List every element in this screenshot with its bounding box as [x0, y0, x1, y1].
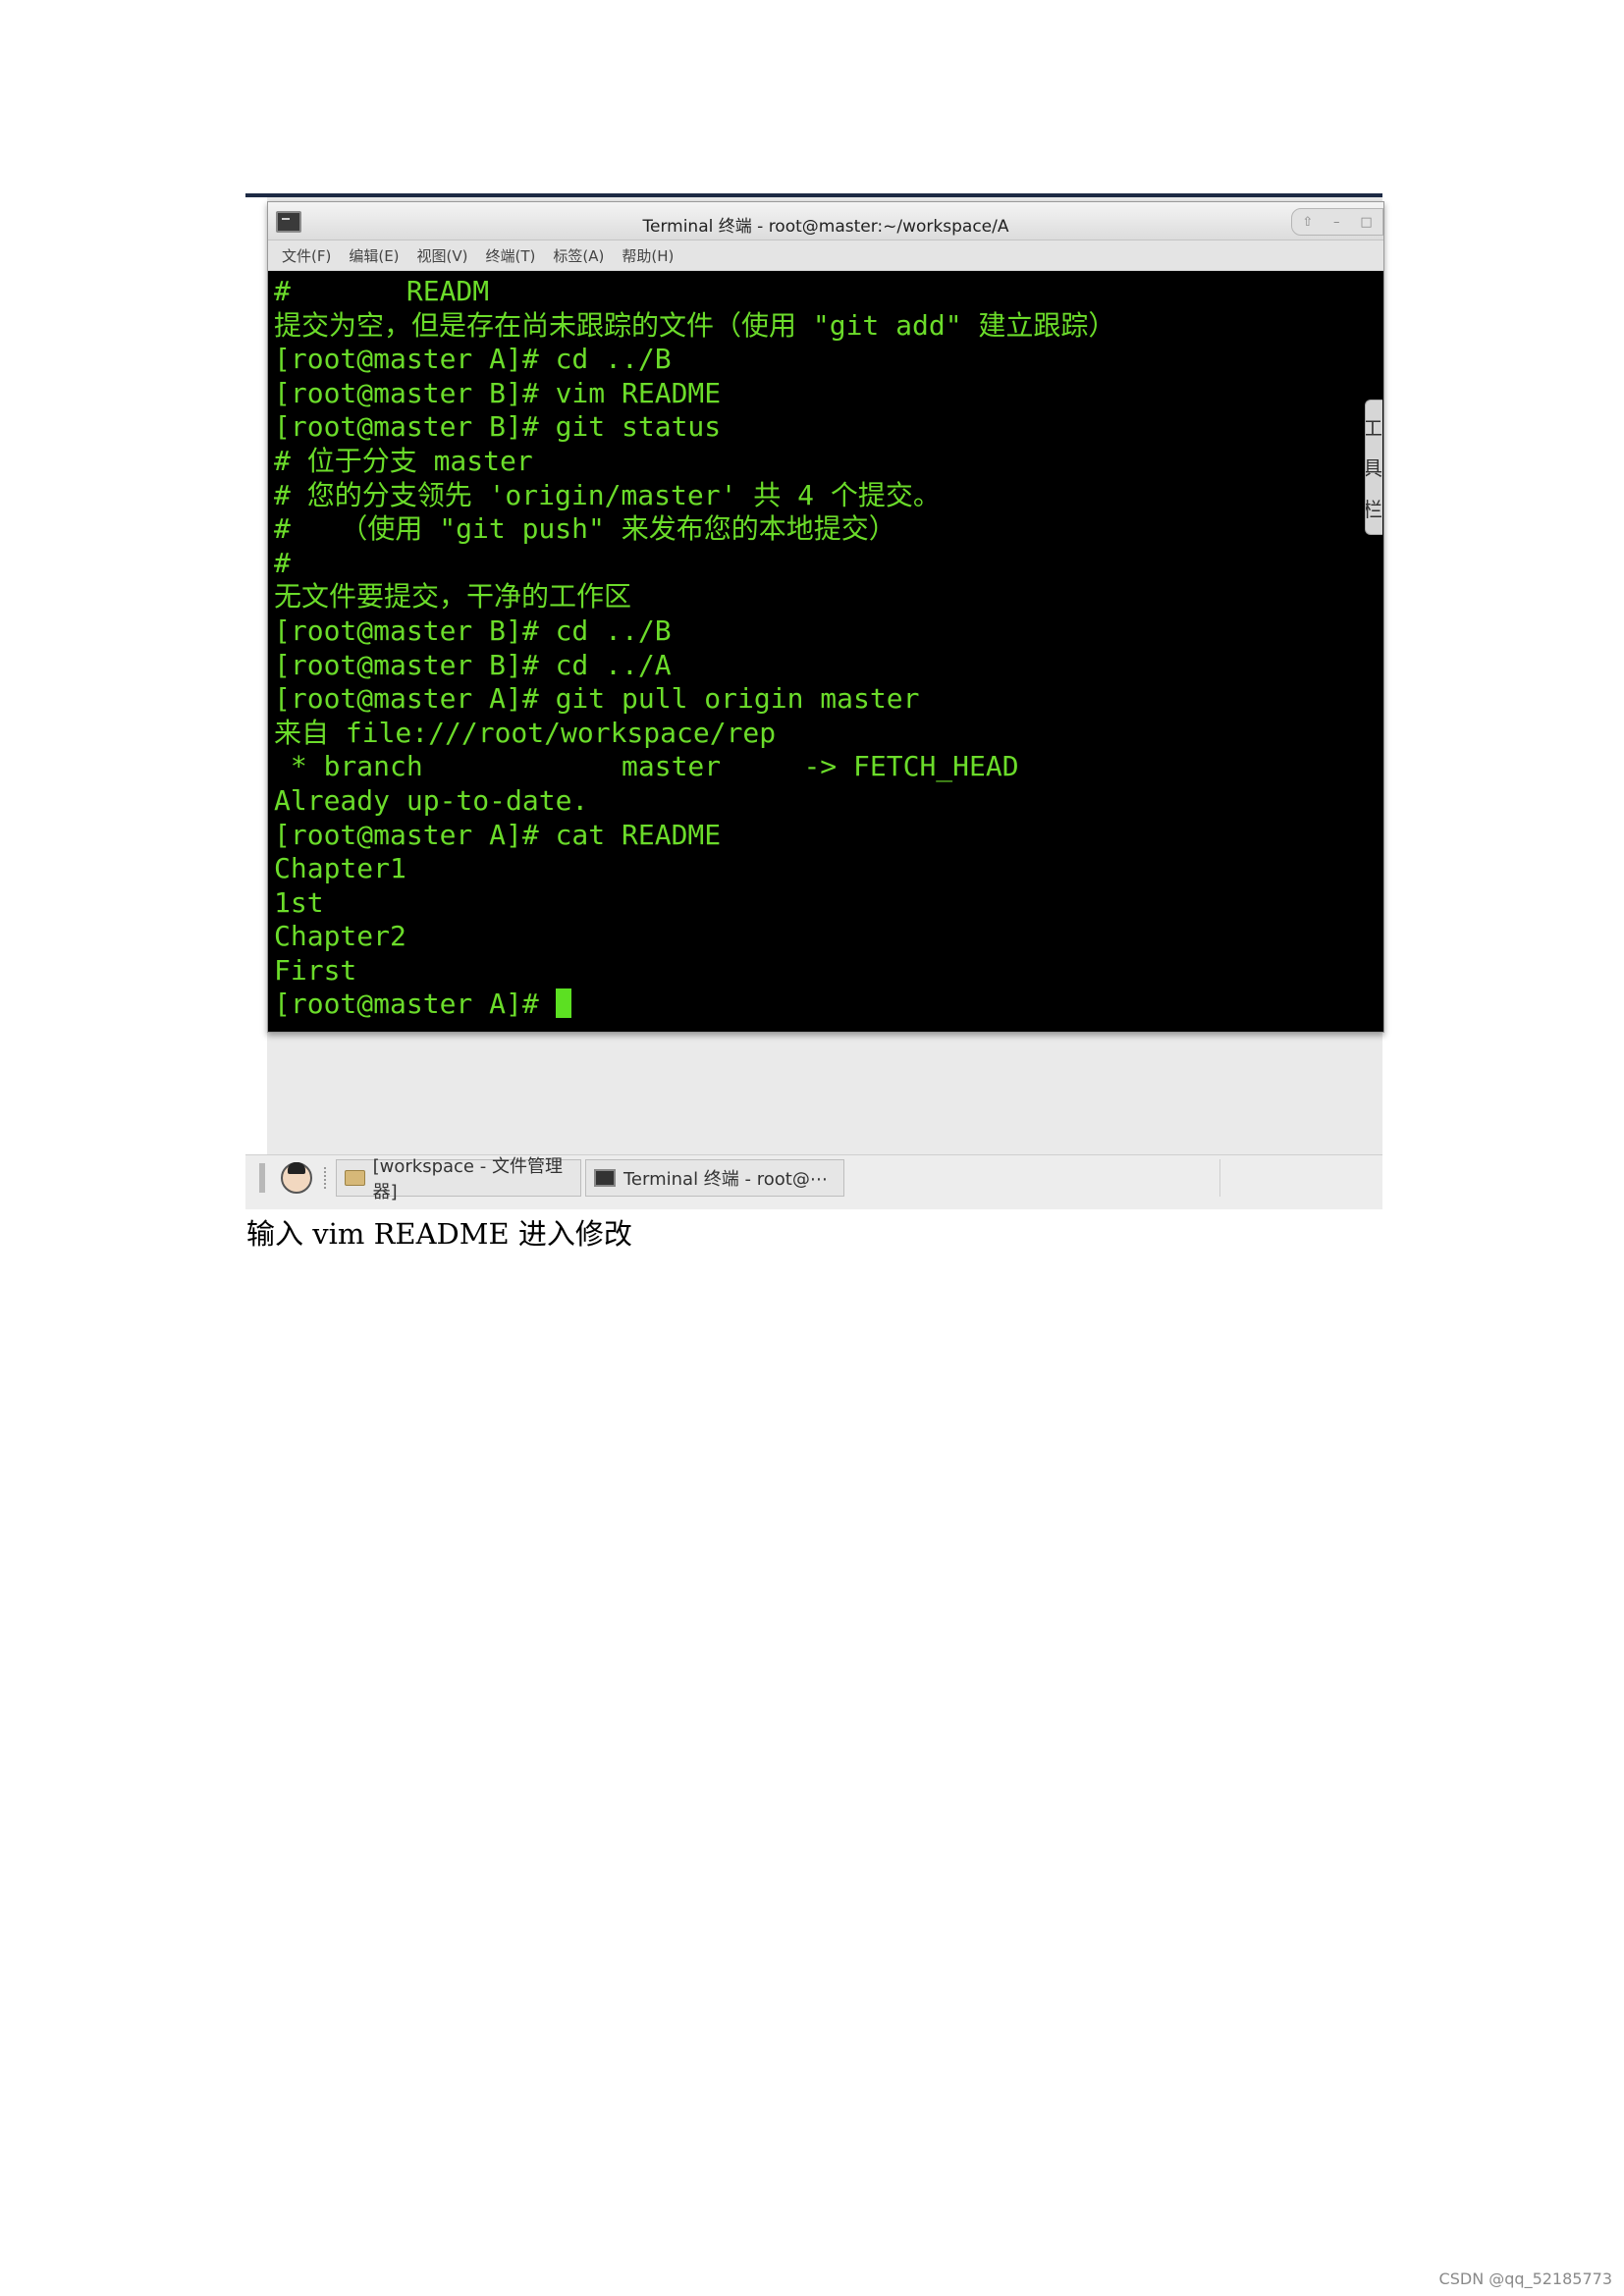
terminal-line: 提交为空，但是存在尚未跟踪的文件（使用 "git add" 建立跟踪）	[274, 308, 1116, 342]
side-toolbar-tab[interactable]: 工 具 栏	[1365, 400, 1382, 535]
menu-bar: 文件(F) 编辑(E) 视图(V) 终端(T) 标签(A) 帮助(H)	[268, 240, 1383, 270]
terminal-line: First	[274, 953, 357, 987]
terminal-line: # 您的分支领先 'origin/master' 共 4 个提交。	[274, 478, 941, 511]
terminal-line: [root@master B]# cd ../A	[274, 648, 672, 681]
terminal-line: [root@master A]# git pull origin master	[274, 682, 920, 716]
window-title: Terminal 终端 - root@master:~/workspace/A	[642, 217, 1009, 237]
terminal-line: 1st	[274, 885, 324, 919]
terminal-line: Chapter1	[274, 852, 406, 885]
folder-icon	[345, 1170, 365, 1186]
terminal-icon	[594, 1169, 616, 1187]
menu-edit[interactable]: 编辑(E)	[349, 245, 399, 266]
top-border	[245, 193, 1382, 197]
taskbar: [workspace - 文件管理器] Terminal 终端 - root@⋯	[245, 1154, 1382, 1209]
watermark: CSDN @qq_52185773	[1438, 2269, 1612, 2288]
side-tab-char: 栏	[1365, 497, 1382, 521]
user-avatar-icon[interactable]	[281, 1162, 312, 1194]
taskbar-tray	[1219, 1159, 1383, 1197]
taskbar-item-terminal[interactable]: Terminal 终端 - root@⋯	[585, 1159, 844, 1197]
menu-help[interactable]: 帮助(H)	[622, 245, 674, 266]
taskbar-item-file-manager[interactable]: [workspace - 文件管理器]	[336, 1156, 581, 1202]
terminal-window: Terminal 终端 - root@master:~/workspace/A …	[267, 201, 1384, 1033]
left-strip	[245, 197, 267, 1154]
menu-view[interactable]: 视图(V)	[417, 245, 468, 266]
terminal-line: # 位于分支 master	[274, 444, 533, 477]
terminal-output[interactable]: # READM 提交为空，但是存在尚未跟踪的文件（使用 "git add" 建立…	[268, 271, 1383, 1032]
terminal-line: [root@master B]# cd ../B	[274, 614, 672, 647]
menu-file[interactable]: 文件(F)	[282, 245, 331, 266]
terminal-line: 无文件要提交，干净的工作区	[274, 580, 632, 614]
side-tab-char: 具	[1365, 456, 1382, 481]
terminal-line: Chapter2	[274, 920, 406, 953]
terminal-prompt: [root@master A]#	[274, 988, 556, 1021]
terminal-line: 来自 file:///root/workspace/rep	[274, 716, 777, 749]
shade-button[interactable]: ⇧	[1302, 215, 1313, 230]
terminal-line: Already up-to-date.	[274, 783, 589, 817]
terminal-line: [root@master B]# vim README	[274, 376, 722, 409]
taskbar-handle	[259, 1163, 265, 1193]
taskbar-separator	[324, 1167, 328, 1189]
title-bar[interactable]: Terminal 终端 - root@master:~/workspace/A …	[268, 202, 1383, 240]
caption-text: 输入 vim README 进入修改	[246, 1217, 632, 1251]
terminal-line: [root@master B]# git status	[274, 410, 722, 444]
terminal-line: # （使用 "git push" 来发布您的本地提交）	[274, 512, 896, 546]
menu-terminal[interactable]: 终端(T)	[486, 245, 536, 266]
terminal-line: #	[274, 546, 291, 579]
terminal-line: # READM	[274, 275, 490, 307]
window-controls: ⇧ – □	[1291, 208, 1383, 236]
side-tab-char: 工	[1365, 416, 1382, 441]
terminal-cursor	[555, 988, 571, 1019]
terminal-line: [root@master A]# cd ../B	[274, 343, 672, 376]
terminal-line: [root@master A]# cat README	[274, 818, 722, 851]
screenshot-region: Terminal 终端 - root@master:~/workspace/A …	[245, 193, 1384, 1209]
minimize-button[interactable]: –	[1333, 215, 1340, 230]
maximize-button[interactable]: □	[1360, 215, 1372, 230]
terminal-prompt-line[interactable]: [root@master A]#	[274, 988, 1383, 1022]
terminal-line: * branch master -> FETCH_HEAD	[274, 750, 1019, 783]
taskbar-item-label: Terminal 终端 - root@⋯	[623, 1169, 828, 1190]
menu-tabs[interactable]: 标签(A)	[553, 245, 604, 266]
taskbar-item-label: [workspace - 文件管理器]	[372, 1156, 563, 1202]
